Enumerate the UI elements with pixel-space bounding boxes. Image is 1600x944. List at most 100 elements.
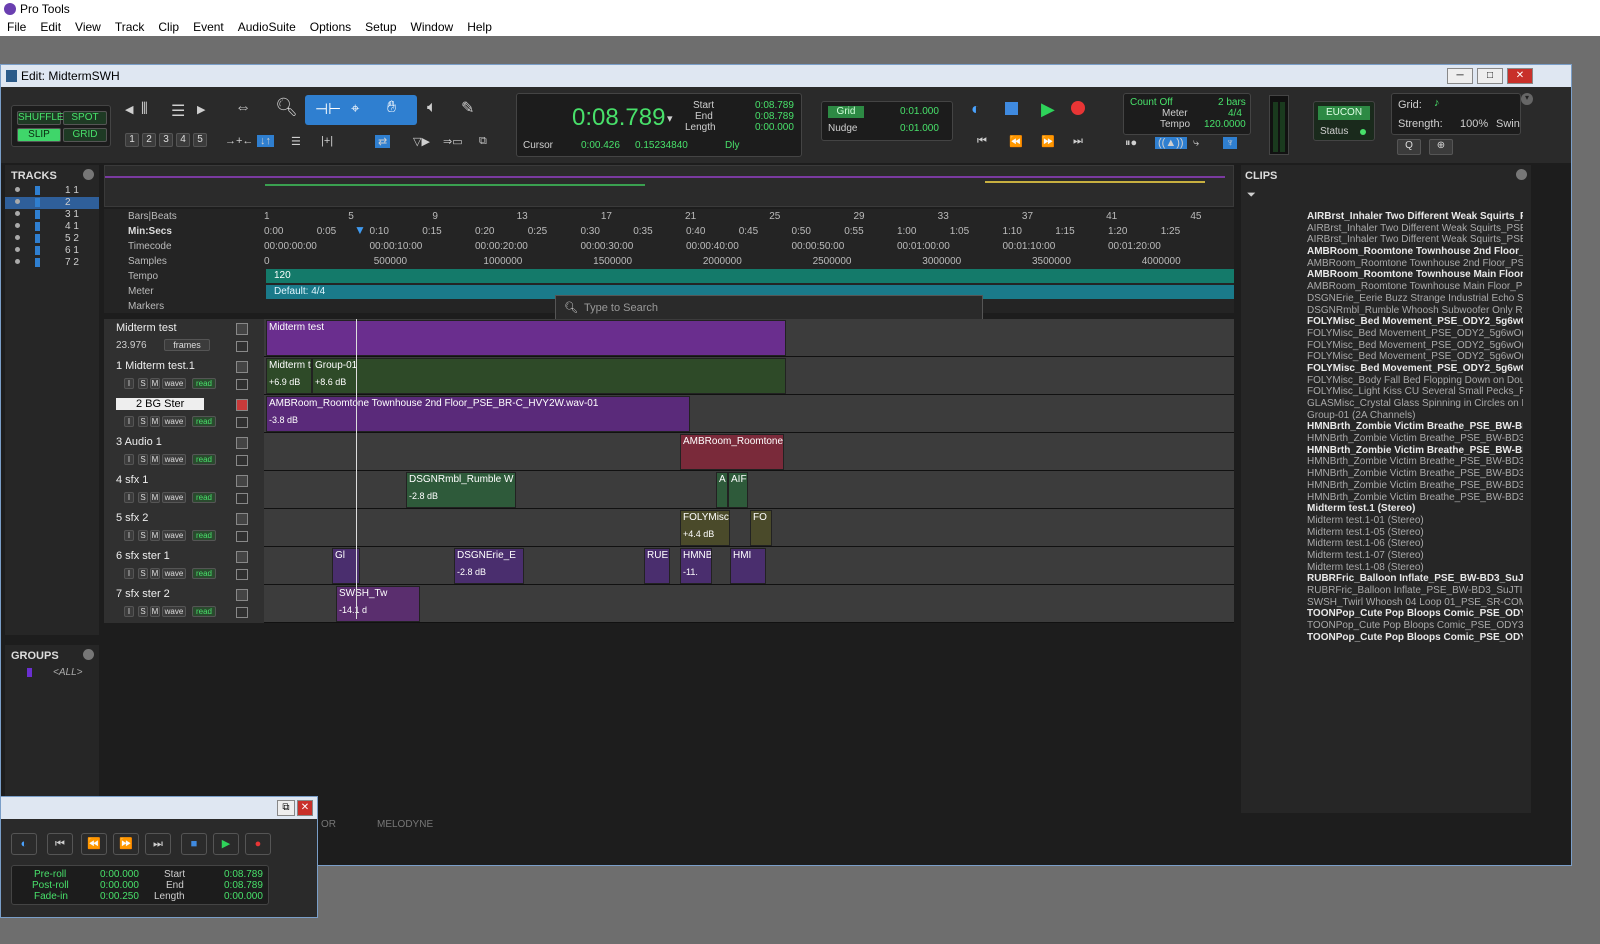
track-m-button[interactable]: M [150, 530, 160, 541]
track-wave-button[interactable]: wave [162, 492, 186, 503]
clips-list-item[interactable]: FOLYMisc_Body Fall Bed Flopping Down on … [1307, 375, 1523, 387]
midi-merge-icon[interactable]: ⤷ [1193, 137, 1199, 150]
track-record-icon[interactable] [236, 399, 248, 411]
start-value[interactable]: 0:08.789 [755, 100, 794, 111]
track-read-button[interactable]: read [192, 568, 216, 579]
track-record-icon[interactable] [236, 475, 248, 487]
track-s-button[interactable]: S [138, 568, 148, 579]
track-name[interactable]: 1 Midterm test.1 [116, 360, 195, 372]
toolbar-menu-icon[interactable]: ▾ [1521, 93, 1533, 105]
audio-clip[interactable]: RUE [644, 548, 670, 584]
track-row[interactable]: 4 sfx 1 I S Mwave read [104, 471, 1234, 509]
zoom-preset-button[interactable]: 3 [159, 133, 173, 147]
insert-follows-icon[interactable]: ⇒▭ [443, 135, 463, 148]
clips-menu-icon[interactable] [1516, 169, 1527, 180]
track-header[interactable]: 2 BG Ster I S Mwave read [104, 395, 264, 433]
menu-item-file[interactable]: File [0, 18, 33, 36]
midi-zoom-icon[interactable]: ☰ [171, 101, 185, 121]
zoom-preset-button[interactable]: 2 [142, 133, 156, 147]
audio-clip[interactable]: FOLYMisc +4.4 dB [680, 510, 730, 546]
track-record-icon[interactable] [236, 589, 248, 601]
tracks-list-item[interactable]: 4 1 [5, 221, 99, 233]
link-tl-icon[interactable]: ↓↑ [257, 135, 274, 147]
track-name[interactable]: 7 sfx ster 2 [116, 588, 170, 600]
track-wave-button[interactable]: wave [162, 378, 186, 389]
preroll-label[interactable]: Pre-roll [34, 869, 66, 880]
nudge-icon[interactable]: →+← [225, 135, 253, 147]
minimize-button[interactable]: ─ [1447, 68, 1473, 84]
menu-item-edit[interactable]: Edit [33, 18, 68, 36]
clips-list-item[interactable]: AMBRoom_Roomtone Townhouse 2nd Floor_PSE [1307, 258, 1523, 270]
track-header[interactable]: 7 sfx ster 2 I S Mwave read [104, 585, 264, 623]
track-show-icon[interactable] [15, 259, 20, 264]
track-record-icon[interactable] [236, 513, 248, 525]
track-wave-button[interactable]: wave [162, 530, 186, 541]
filter-icon[interactable]: ⏷ [1247, 189, 1256, 202]
track-record-icon[interactable] [236, 551, 248, 563]
track-playlist-icon[interactable] [236, 531, 248, 542]
shuffle-mode-button[interactable]: SHUFFLE [17, 111, 64, 125]
menu-item-setup[interactable]: Setup [358, 18, 403, 36]
audio-clip[interactable]: A [716, 472, 728, 508]
track-wave-button[interactable]: wave [162, 568, 186, 579]
fast-forward-icon[interactable]: ⏩ [1041, 135, 1055, 148]
audio-clip[interactable]: FO [750, 510, 772, 546]
clips-list-item[interactable]: FOLYMisc_Light Kiss CU Several Small Pec… [1307, 386, 1523, 398]
fadein-value[interactable]: 0:00.250 [100, 891, 139, 902]
tracks-list-item[interactable]: 2 [5, 197, 99, 209]
tracks-list-item[interactable]: 7 2 [5, 257, 99, 269]
track-name[interactable]: 2 BG Ster [116, 398, 205, 410]
transport-length-value[interactable]: 0:00.000 [224, 891, 263, 902]
track-playlist-icon[interactable] [236, 417, 248, 428]
track-name[interactable]: 3 Audio 1 [116, 436, 162, 448]
length-value[interactable]: 0:00.000 [755, 122, 794, 133]
stop-icon[interactable] [1005, 102, 1018, 115]
clips-list-item[interactable]: Midterm test.1-05 (Stereo) [1307, 527, 1523, 539]
clips-list-item[interactable]: TOONPop_Cute Pop Bloops Comic_PSE_ODY3_ [1307, 620, 1523, 632]
clips-list-item[interactable]: FOLYMisc_Bed Movement_PSE_ODY2_5g6wO(2) [1307, 351, 1523, 363]
strength-value[interactable]: 100% [1460, 118, 1488, 130]
track-header[interactable]: 4 sfx 1 I S Mwave read [104, 471, 264, 509]
clips-list-item[interactable]: GLASMisc_Crystal Glass Spinning in Circl… [1307, 398, 1523, 410]
clips-list-item[interactable]: Midterm test.1 (Stereo) [1307, 503, 1523, 515]
track-show-icon[interactable] [15, 235, 20, 240]
clips-list-item[interactable]: RUBRFric_Balloon Inflate_PSE_BW-BD3_SuJT… [1307, 573, 1523, 585]
clips-list-item[interactable]: AMBRoom_Roomtone Townhouse Main Floor_PS… [1307, 281, 1523, 293]
grid-value[interactable]: 0:01.000 [900, 106, 939, 117]
clips-list-item[interactable]: TOONPop_Cute Pop Bloops Comic_PSE_ODY3_ [1307, 632, 1523, 644]
track-m-button[interactable]: M [150, 606, 160, 617]
tempo-lane[interactable]: 120 [266, 269, 1234, 283]
track-i-button[interactable]: I [124, 454, 134, 465]
track-i-button[interactable]: I [124, 530, 134, 541]
tracks-list-item[interactable]: 1 1 [5, 185, 99, 197]
return-to-zero-icon[interactable]: ⏮ [977, 135, 987, 148]
zoomer-tool-icon[interactable]: ⇔ [235, 99, 251, 117]
track-name[interactable]: 6 sfx ster 1 [116, 550, 170, 562]
track-show-icon[interactable] [15, 211, 20, 216]
track-record-icon[interactable] [236, 437, 248, 449]
clips-list-item[interactable]: FOLYMisc_Bed Movement_PSE_ODY2_5g6wO. [1307, 363, 1523, 375]
menu-item-event[interactable]: Event [186, 18, 231, 36]
track-read-button[interactable]: read [192, 378, 216, 389]
transport-close-button[interactable]: ✕ [297, 800, 313, 816]
audio-clip[interactable]: AMBRoom_Roomtone [680, 434, 784, 470]
track-s-button[interactable]: S [138, 492, 148, 503]
preroll-value[interactable]: 0:00.000 [100, 869, 139, 880]
record-icon[interactable] [1071, 101, 1085, 115]
zoom-selection-button[interactable]: ⊕ [1429, 139, 1453, 155]
scrubber-tool-icon[interactable]: 🔈︎ [427, 99, 437, 117]
tab-melodyne[interactable]: MELODYNE [377, 819, 433, 830]
frames-select[interactable]: frames [164, 339, 210, 351]
zoom-preset-button[interactable]: 1 [125, 133, 139, 147]
track-show-icon[interactable] [15, 199, 20, 204]
counter-dropdown-icon[interactable]: ▾ [667, 112, 673, 125]
track-wave-button[interactable]: wave [162, 416, 186, 427]
clips-list-item[interactable]: SWSH_Twirl Whoosh 04 Loop 01_PSE_SR-COM_ [1307, 597, 1523, 609]
meter-value[interactable]: 4/4 [1228, 108, 1242, 119]
track-playlist-icon[interactable] [236, 379, 248, 390]
nudge-label[interactable]: Nudge [828, 123, 857, 134]
clips-list-item[interactable]: AMBRoom_Roomtone Townhouse 2nd Floor_PS [1307, 246, 1523, 258]
count-off-label[interactable]: Count Off [1130, 97, 1173, 108]
tracks-list-item[interactable]: 6 1 [5, 245, 99, 257]
audio-clip[interactable]: Group-01 +8.6 dB [312, 358, 786, 394]
